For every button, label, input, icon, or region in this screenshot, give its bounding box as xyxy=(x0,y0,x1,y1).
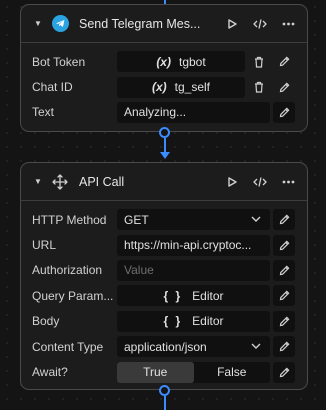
field-label: Bot Token xyxy=(32,54,86,69)
url-field[interactable]: https://min-api.cryptoc... xyxy=(117,234,270,256)
http-method-select[interactable]: GET xyxy=(117,209,270,231)
await-true-option[interactable]: True xyxy=(117,361,194,383)
field-label: Authorization xyxy=(32,263,103,278)
authorization-field[interactable]: Value xyxy=(117,259,270,281)
edit-button[interactable] xyxy=(273,101,295,123)
telegram-icon xyxy=(51,15,69,33)
field-value: Editor xyxy=(192,288,224,303)
chevron-down-icon xyxy=(250,340,262,352)
text-field[interactable]: Analyzing... xyxy=(117,101,270,123)
api-call-node[interactable]: ▼ API Call HTTP Method GET URL https://m… xyxy=(20,162,308,390)
query-params-row: Query Param... { } Editor xyxy=(32,283,299,308)
url-row: URL https://min-api.cryptoc... xyxy=(32,232,299,257)
chat-id-field[interactable]: (x) tg_self xyxy=(117,76,245,98)
node-header[interactable]: ▼ API Call xyxy=(21,163,307,201)
field-label: Await? xyxy=(32,365,68,380)
await-toggle[interactable]: True False xyxy=(117,361,271,383)
field-label: Text xyxy=(32,105,55,120)
more-options-button[interactable] xyxy=(277,171,299,193)
variable-icon: (x) xyxy=(151,80,167,95)
edit-button[interactable] xyxy=(273,361,295,383)
bot-token-row: Bot Token (x) tgbot xyxy=(32,49,299,74)
connection-edge xyxy=(164,138,166,152)
variable-icon: (x) xyxy=(156,54,171,69)
authorization-row: Authorization Value xyxy=(32,258,299,283)
output-port[interactable] xyxy=(159,127,170,138)
code-button[interactable] xyxy=(249,171,271,193)
field-label: Chat ID xyxy=(32,80,73,95)
bot-token-field[interactable]: (x) tgbot xyxy=(117,51,245,73)
edit-button[interactable] xyxy=(273,259,295,281)
node-title: API Call xyxy=(79,174,125,189)
query-params-editor-button[interactable]: { } Editor xyxy=(117,285,270,307)
send-telegram-node[interactable]: ▼ Send Telegram Mes... Bot Token (x) tgb… xyxy=(20,4,308,132)
run-button[interactable] xyxy=(221,13,243,35)
node-header[interactable]: ▼ Send Telegram Mes... xyxy=(21,5,307,43)
edit-button[interactable] xyxy=(273,77,295,98)
field-value: Analyzing... xyxy=(124,105,187,120)
collapse-caret-icon[interactable]: ▼ xyxy=(31,19,45,28)
field-placeholder: Value xyxy=(124,263,154,278)
output-port[interactable] xyxy=(159,385,170,396)
body-editor-button[interactable]: { } Editor xyxy=(117,310,270,332)
edit-button[interactable] xyxy=(273,209,295,231)
field-label: Body xyxy=(32,314,60,329)
http-method-row: HTTP Method GET xyxy=(32,207,299,232)
braces-icon: { } xyxy=(163,314,183,329)
field-label: URL xyxy=(32,238,57,253)
await-row: Await? True False xyxy=(32,359,299,384)
edit-button[interactable] xyxy=(273,336,295,358)
selected-value: application/json xyxy=(124,339,207,354)
selected-value: GET xyxy=(124,212,149,227)
more-options-button[interactable] xyxy=(277,13,299,35)
chat-id-row: Chat ID (x) tg_self xyxy=(32,74,299,99)
move-icon xyxy=(51,173,69,191)
content-type-row: Content Type application/json xyxy=(32,334,299,359)
field-label: HTTP Method xyxy=(32,212,107,227)
braces-icon: { } xyxy=(163,288,183,303)
run-button[interactable] xyxy=(221,171,243,193)
outgoing-edge xyxy=(164,396,166,410)
await-false-option[interactable]: False xyxy=(194,362,271,383)
edit-button[interactable] xyxy=(273,51,295,72)
field-label: Query Param... xyxy=(32,288,114,303)
edit-button[interactable] xyxy=(273,234,295,256)
body-row: Body { } Editor xyxy=(32,309,299,334)
field-label: Content Type xyxy=(32,339,104,354)
field-value: Editor xyxy=(192,314,224,329)
text-row: Text Analyzing... xyxy=(32,100,299,125)
connection-arrow-icon xyxy=(160,152,170,159)
code-button[interactable] xyxy=(249,13,271,35)
node-title: Send Telegram Mes... xyxy=(79,16,201,31)
edit-button[interactable] xyxy=(273,310,295,332)
chevron-down-icon xyxy=(250,213,262,225)
field-value: tgbot xyxy=(178,54,206,69)
delete-button[interactable] xyxy=(248,51,270,72)
delete-button[interactable] xyxy=(248,77,270,98)
edit-button[interactable] xyxy=(273,285,295,307)
collapse-caret-icon[interactable]: ▼ xyxy=(31,177,45,186)
content-type-select[interactable]: application/json xyxy=(117,336,270,358)
field-value: https://min-api.cryptoc... xyxy=(124,238,252,253)
field-value: tg_self xyxy=(174,80,211,95)
